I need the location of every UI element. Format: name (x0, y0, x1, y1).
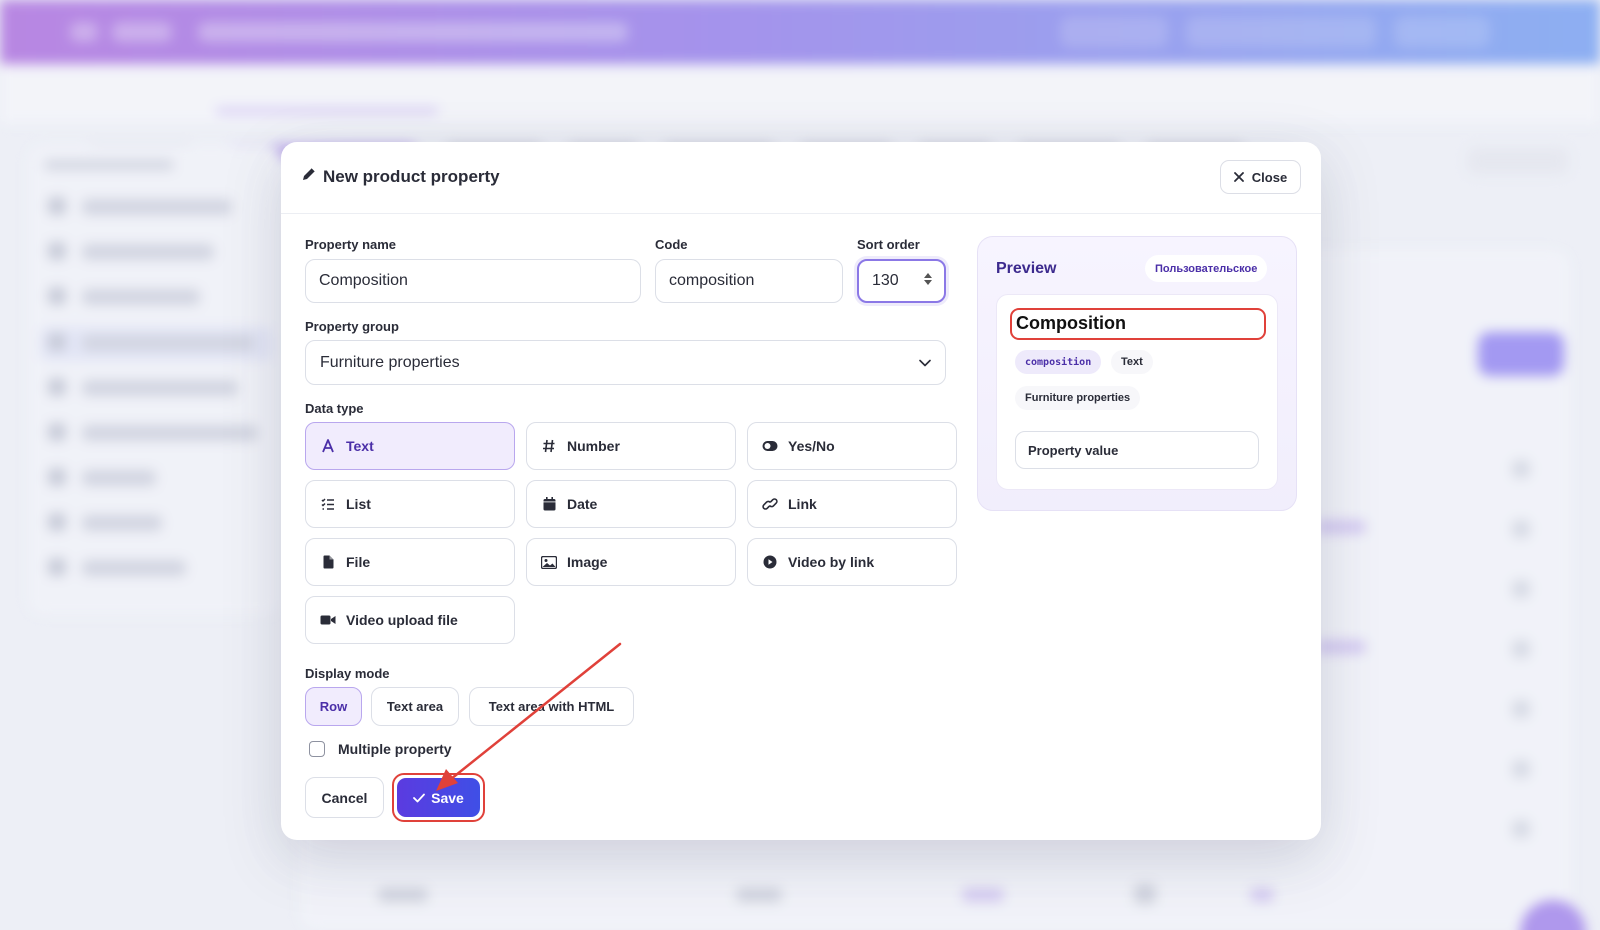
chevron-down-icon (919, 354, 931, 372)
cancel-button[interactable]: Cancel (305, 777, 384, 818)
number-stepper[interactable] (924, 273, 932, 285)
data-type-video-upload[interactable]: Video upload file (305, 596, 515, 644)
data-type-video-upload-label: Video upload file (346, 612, 458, 628)
modal-title-text: New product property (323, 166, 500, 186)
data-type-image-label: Image (567, 554, 608, 570)
modal-header: New product property Close (281, 142, 1321, 214)
image-icon (541, 554, 557, 570)
calendar-icon (541, 496, 557, 512)
code-value: composition (669, 272, 755, 289)
new-property-modal: New product property Close Property name… (281, 142, 1321, 840)
data-type-date-label: Date (567, 496, 598, 512)
link-icon (762, 496, 778, 512)
display-mode-row[interactable]: Row (305, 687, 362, 726)
font-icon (320, 438, 336, 454)
preview-card: Composition composition Text Furniture p… (996, 294, 1278, 490)
file-icon (320, 554, 336, 570)
close-button[interactable]: Close (1220, 160, 1301, 194)
video-camera-icon (320, 612, 336, 628)
property-group-label: Property group (305, 319, 399, 334)
data-type-text-label: Text (346, 438, 374, 454)
preview-panel: Preview Пользовательское Composition com… (977, 236, 1297, 511)
data-type-number[interactable]: Number (526, 422, 736, 470)
list-icon (320, 496, 336, 512)
data-type-video-link-label: Video by link (788, 554, 875, 570)
code-label: Code (655, 237, 688, 252)
data-type-date[interactable]: Date (526, 480, 736, 528)
data-type-link[interactable]: Link (747, 480, 957, 528)
save-button[interactable]: Save (397, 778, 480, 817)
preview-code-chip: composition (1015, 350, 1102, 374)
preview-title: Preview (996, 260, 1057, 277)
property-name-label: Property name (305, 237, 397, 252)
sort-order-value: 130 (872, 272, 899, 289)
sort-order-label: Sort order (857, 237, 920, 252)
property-group-select[interactable]: Furniture properties (305, 340, 946, 385)
preview-badge: Пользовательское (1145, 255, 1268, 282)
preview-group-chip: Furniture properties (1015, 386, 1141, 410)
check-icon (413, 790, 426, 806)
preview-type-chip: Text (1111, 350, 1153, 374)
preview-value-field[interactable]: Property value (1015, 431, 1259, 469)
stepper-up-icon[interactable] (924, 273, 932, 278)
data-type-label: Data type (305, 401, 364, 416)
data-type-yes-no[interactable]: Yes/No (747, 422, 957, 470)
data-type-list-label: List (346, 496, 371, 512)
display-mode-html[interactable]: Text area with HTML (469, 687, 634, 726)
close-label: Close (1251, 169, 1288, 185)
property-group-value: Furniture properties (320, 353, 460, 371)
modal-title: New product property (301, 166, 500, 187)
data-type-file-label: File (346, 554, 371, 570)
multiple-property-checkbox[interactable] (309, 741, 325, 757)
save-label: Save (431, 789, 464, 806)
data-type-link-label: Link (788, 496, 817, 512)
data-type-image[interactable]: Image (526, 538, 736, 586)
code-input[interactable]: composition (655, 259, 843, 303)
multiple-property-label[interactable]: Multiple property (338, 741, 452, 757)
hash-icon (541, 438, 557, 454)
pencil-icon (301, 166, 317, 187)
close-icon (1233, 170, 1244, 185)
data-type-number-label: Number (567, 438, 620, 454)
play-circle-icon (762, 554, 778, 570)
display-mode-text-area[interactable]: Text area (371, 687, 459, 726)
data-type-text[interactable]: Text (305, 422, 515, 470)
sort-order-input[interactable]: 130 (857, 259, 946, 303)
data-type-list[interactable]: List (305, 480, 515, 528)
display-mode-label: Display mode (305, 666, 390, 681)
stepper-down-icon[interactable] (924, 280, 932, 285)
preview-property-name: Composition (1016, 313, 1126, 333)
property-name-input[interactable]: Composition (305, 259, 641, 303)
data-type-file[interactable]: File (305, 538, 515, 586)
property-name-value: Composition (319, 272, 408, 289)
data-type-yes-no-label: Yes/No (788, 438, 835, 454)
toggle-icon (762, 438, 778, 454)
data-type-video-link[interactable]: Video by link (747, 538, 957, 586)
